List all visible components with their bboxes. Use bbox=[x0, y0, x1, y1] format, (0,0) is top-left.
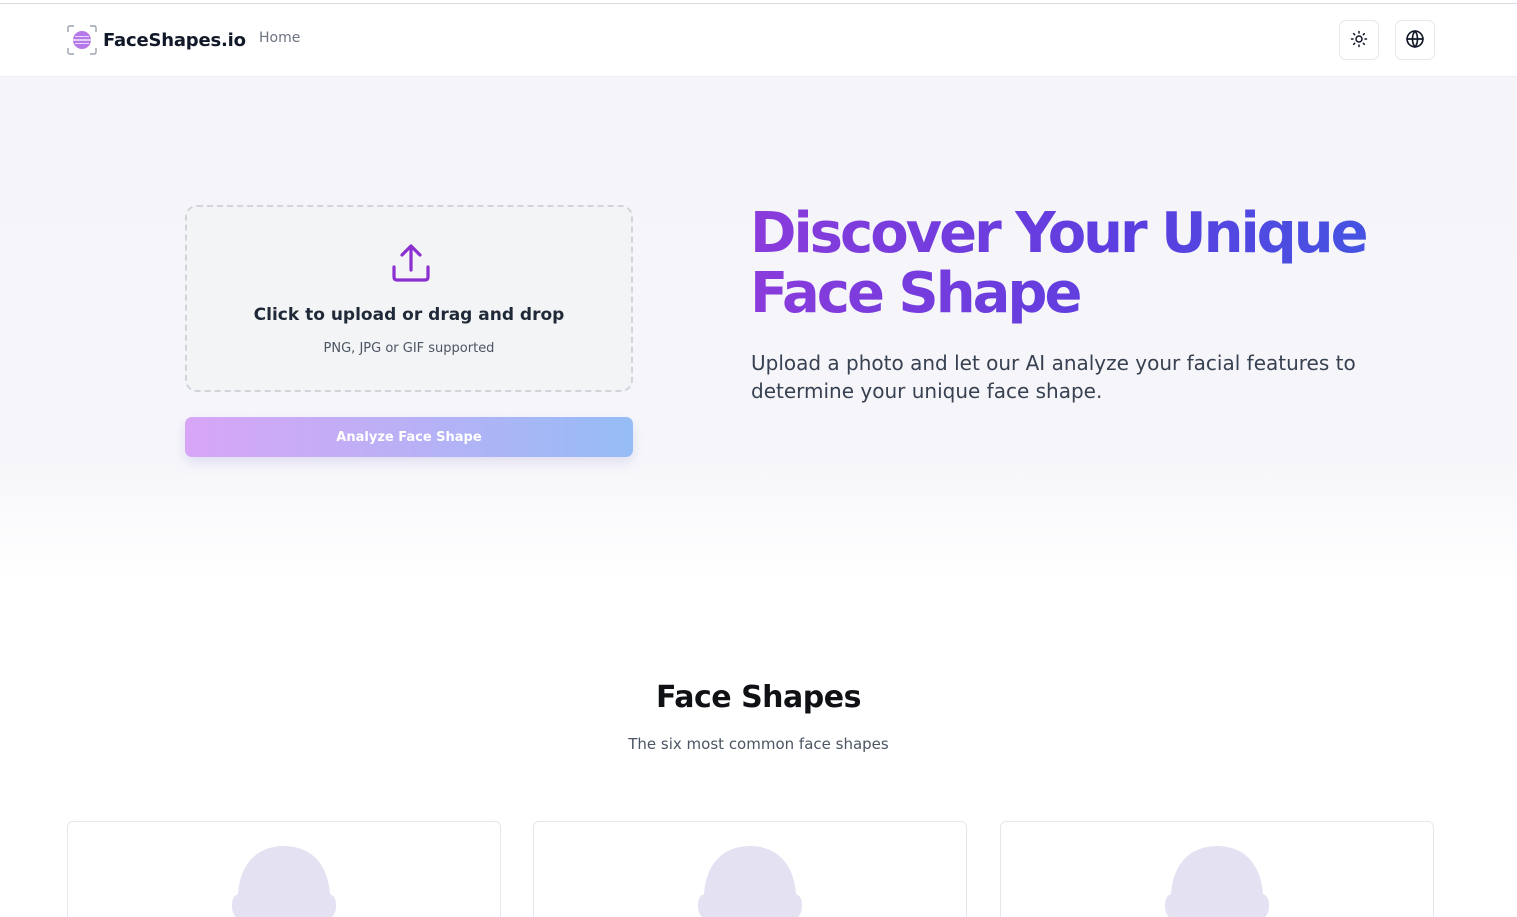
analyze-face-shape-button[interactable]: Analyze Face Shape bbox=[185, 417, 633, 457]
brand-name: FaceShapes.io bbox=[103, 29, 246, 51]
face-shape-card[interactable] bbox=[1000, 821, 1434, 917]
face-silhouette-icon bbox=[698, 846, 802, 917]
globe-icon bbox=[1405, 29, 1425, 52]
site-header: FaceShapes.io Home bbox=[0, 4, 1517, 77]
face-shapes-subtitle: The six most common face shapes bbox=[628, 735, 889, 753]
face-scan-logo-icon bbox=[66, 24, 98, 56]
hero-title-line-1: Discover Your Unique bbox=[750, 201, 1366, 266]
face-silhouette-icon bbox=[1165, 846, 1269, 917]
upload-formats-hint: PNG, JPG or GIF supported bbox=[323, 341, 495, 356]
language-button[interactable] bbox=[1395, 20, 1435, 60]
nav-home-link[interactable]: Home bbox=[259, 30, 300, 46]
brand-logo-link[interactable]: FaceShapes.io bbox=[66, 24, 246, 56]
theme-toggle-button[interactable] bbox=[1339, 20, 1379, 60]
face-shape-card[interactable] bbox=[533, 821, 967, 917]
hero-title-line-2: Face Shape bbox=[750, 261, 1080, 326]
upload-title: Click to upload or drag and drop bbox=[253, 305, 565, 325]
upload-dropzone[interactable]: Click to upload or drag and drop PNG, JP… bbox=[185, 205, 633, 392]
upload-icon bbox=[389, 241, 433, 285]
sun-icon bbox=[1350, 30, 1368, 51]
hero-description: Upload a photo and let our AI analyze yo… bbox=[751, 351, 1356, 403]
hero-title: Discover Your Unique Face Shape bbox=[750, 204, 1440, 324]
face-silhouette-icon bbox=[232, 846, 336, 917]
face-shape-card[interactable] bbox=[67, 821, 501, 917]
face-shapes-title: Face Shapes bbox=[656, 680, 861, 715]
